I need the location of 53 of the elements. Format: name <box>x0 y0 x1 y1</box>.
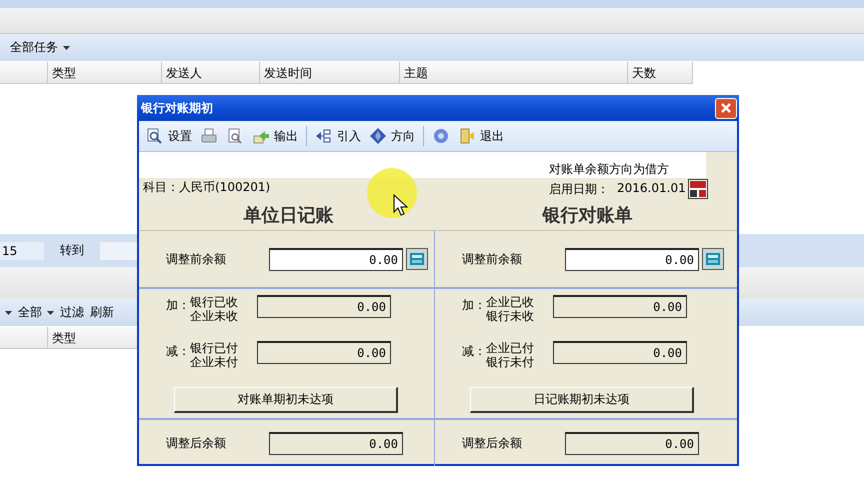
calculator-icon <box>706 253 720 265</box>
subtract-label: 企业已付 银行未付 <box>486 341 535 369</box>
magnifier-icon <box>146 127 164 145</box>
field-label: 调整后余额 <box>462 434 523 452</box>
import-icon <box>315 127 333 145</box>
panel-heading: 单位日记账 <box>244 204 334 227</box>
outstanding-items-button[interactable]: 日记账期初未达项 <box>470 387 694 413</box>
subtract-label: 减： <box>462 343 486 360</box>
cursor-icon <box>393 194 409 218</box>
toolbar-button[interactable]: 退出 <box>455 127 507 145</box>
caret-icon <box>47 310 54 315</box>
printer-icon <box>200 127 218 145</box>
toolbar-button[interactable]: 刷新 <box>90 304 114 321</box>
direction-note: 对账单余额方向为借方 <box>549 161 669 178</box>
add-label: 加： <box>462 297 486 314</box>
panel-heading: 银行对账单 <box>542 204 632 227</box>
calendar-icon[interactable] <box>688 179 708 199</box>
caret-icon[interactable] <box>5 310 12 314</box>
preview-icon <box>226 127 244 145</box>
exit-icon <box>458 127 476 145</box>
toolbar-button[interactable]: 方向 <box>366 127 418 145</box>
subject-label: 科目：人民币(100201) <box>143 179 270 196</box>
start-date-label: 启用日期： <box>549 181 609 198</box>
outstanding-items-button[interactable]: 对账单期初未达项 <box>174 387 398 413</box>
field-label: 调整后余额 <box>166 434 227 452</box>
close-button[interactable] <box>715 98 737 118</box>
calculator-button[interactable] <box>406 248 428 270</box>
direction-icon <box>369 127 387 145</box>
toolbar-button[interactable]: 输出 <box>249 127 301 145</box>
toolbar-button[interactable]: 设置 <box>143 127 195 145</box>
toolbar-button[interactable]: 过滤 <box>60 304 84 321</box>
start-date: 2016.01.01 <box>617 181 686 195</box>
add-label: 加： <box>166 297 190 314</box>
window-title: 银行对账期初 <box>141 100 213 116</box>
toolbar-button[interactable]: 引入 <box>312 127 364 145</box>
close-icon <box>719 101 733 115</box>
amount-field[interactable]: 0.00 <box>269 248 403 270</box>
table-header-cell <box>0 327 48 349</box>
subtract-label: 银行已付 企业未付 <box>190 341 239 369</box>
amount-field[interactable]: 0.00 <box>565 248 699 270</box>
help-icon <box>432 127 450 145</box>
page-field[interactable]: 15 <box>0 242 44 260</box>
field-label: 调整前余额 <box>166 250 227 268</box>
field-label: 调整前余额 <box>462 250 523 268</box>
subtract-label: 减： <box>166 343 190 360</box>
toolbar-button[interactable]: 全部 <box>18 304 54 321</box>
calculator-icon <box>410 253 424 265</box>
add-label: 银行已收 企业未收 <box>190 295 239 323</box>
calculator-button[interactable] <box>702 248 724 270</box>
caret-icon <box>63 46 70 50</box>
add-label: 企业已收 银行未收 <box>486 295 535 323</box>
goto-label[interactable]: 转到 <box>60 242 84 259</box>
task-filter-dropdown[interactable]: 全部任务 <box>10 39 70 56</box>
